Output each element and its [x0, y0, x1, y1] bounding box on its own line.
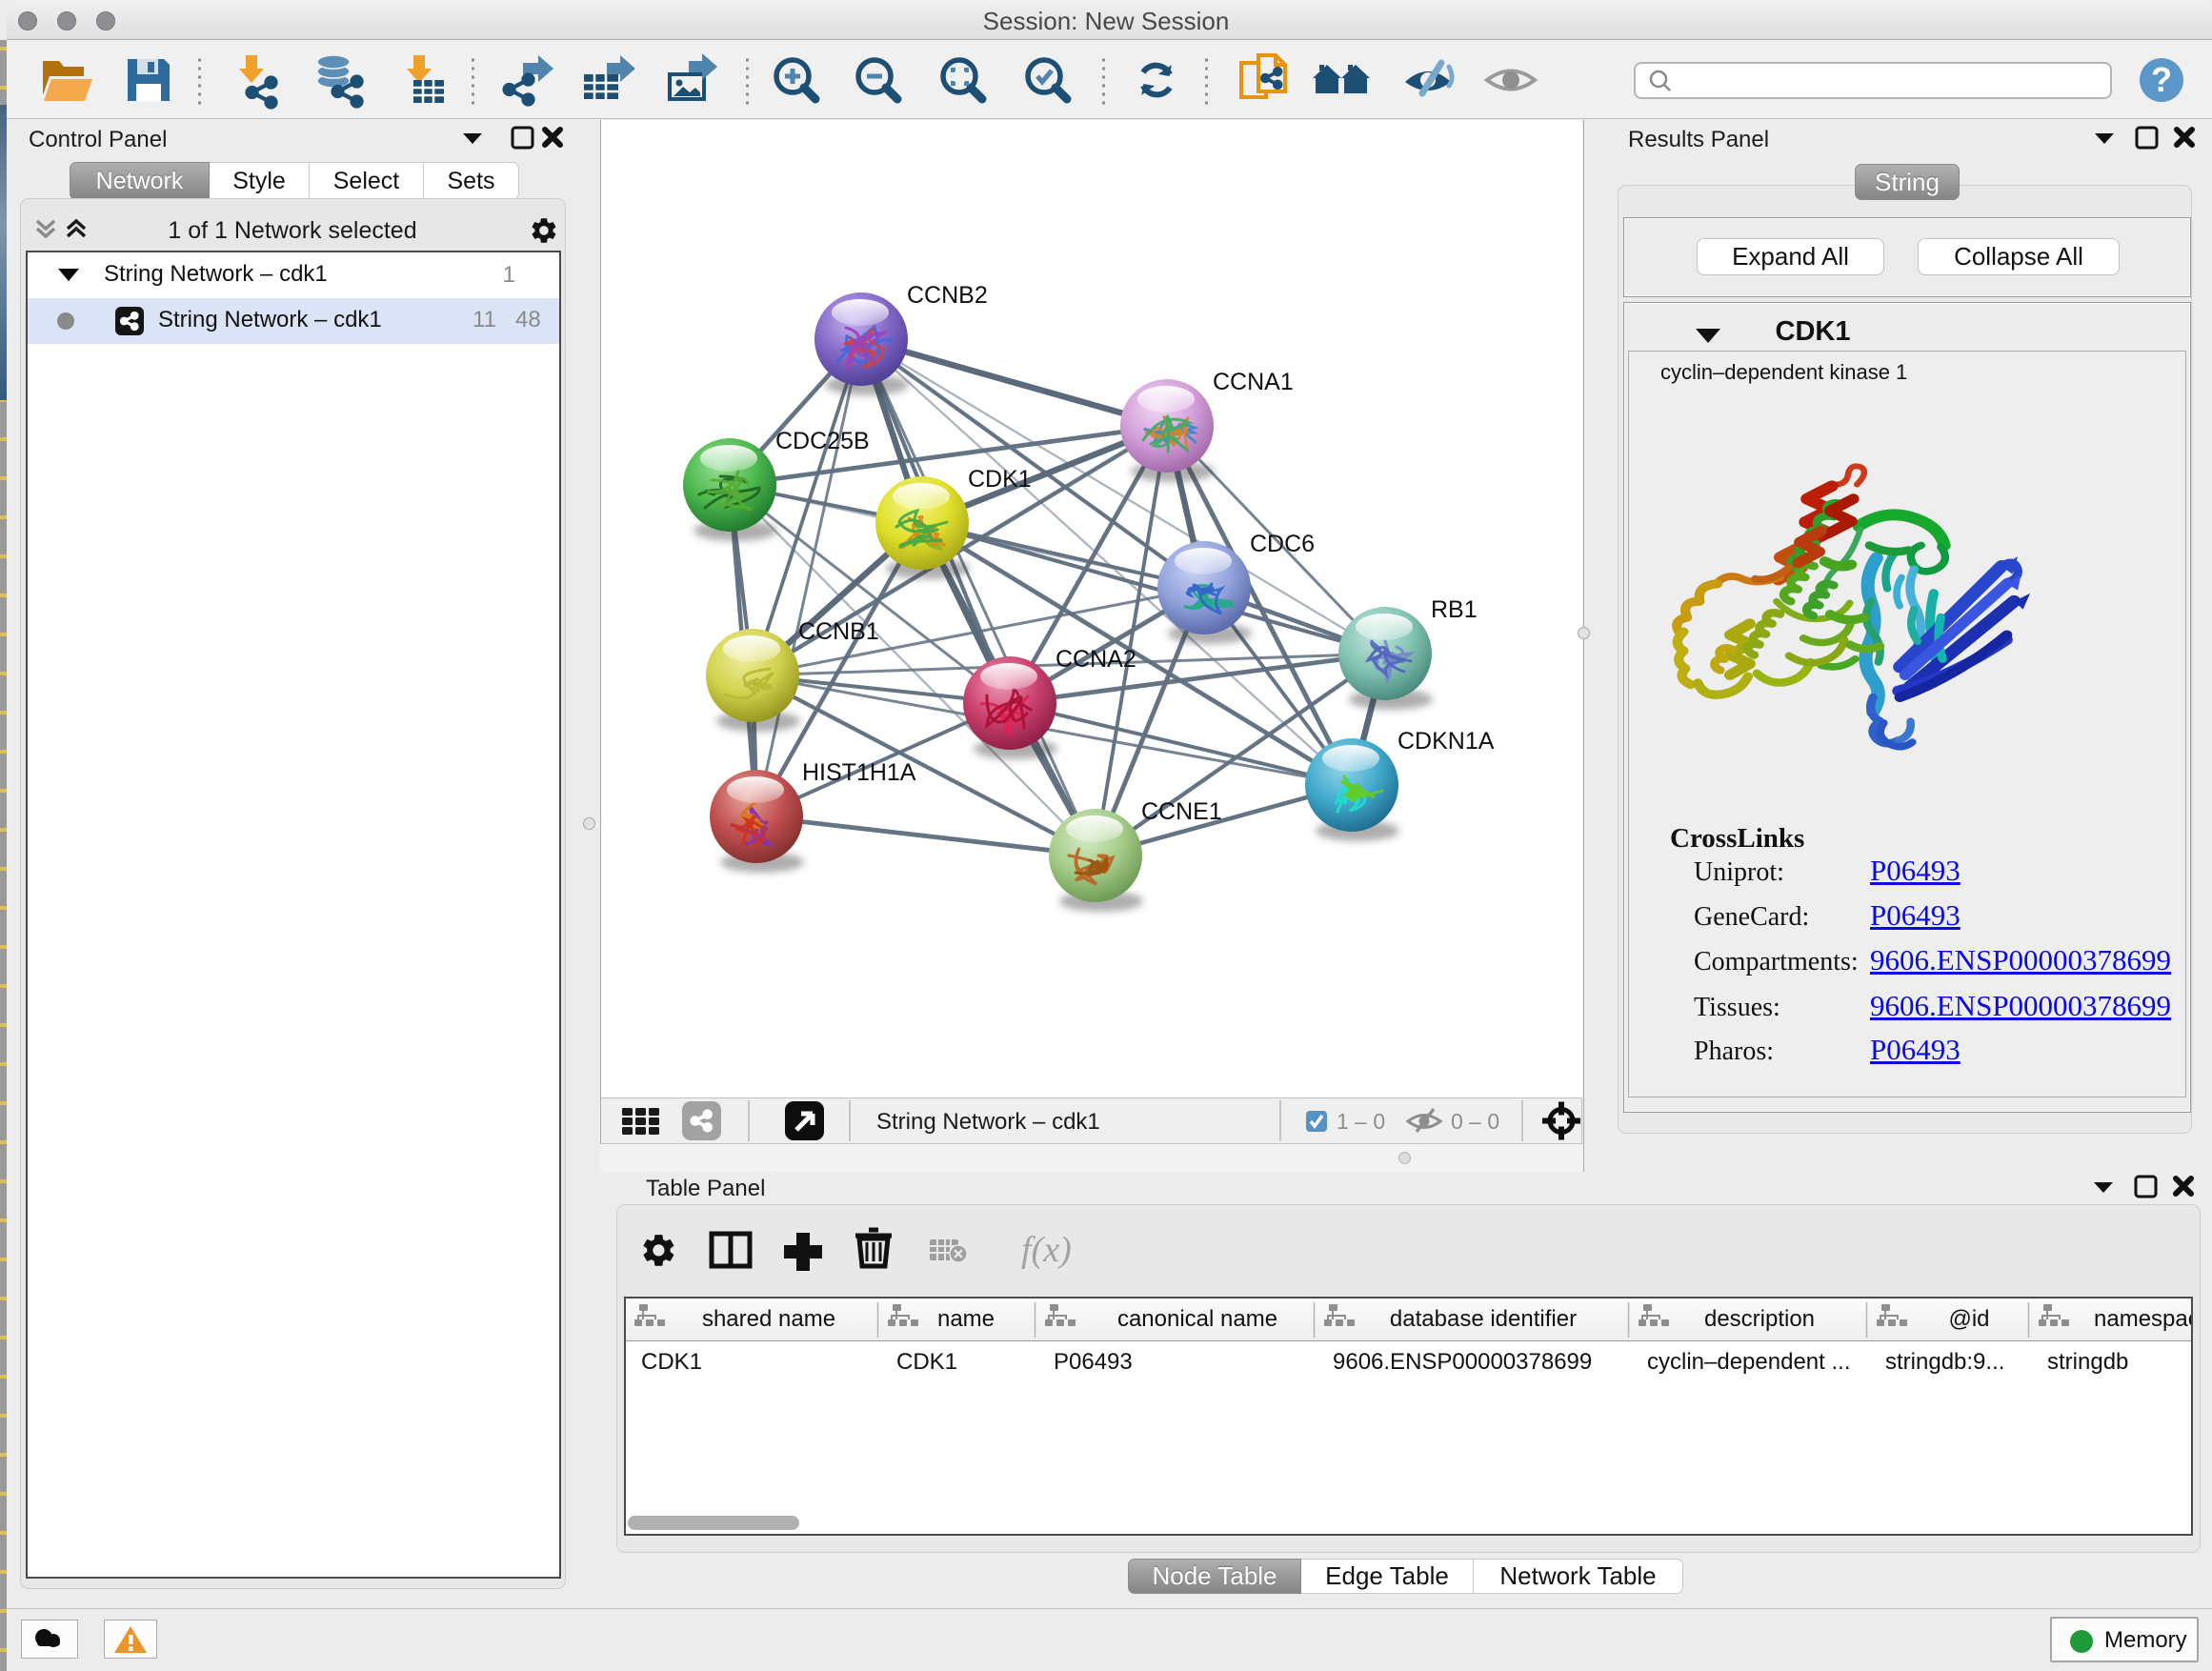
svg-text:?: ?: [2151, 60, 2172, 99]
svg-text:description: description: [1704, 1306, 1815, 1332]
svg-text:CDC6: CDC6: [1250, 531, 1315, 557]
svg-text:CCNB1: CCNB1: [798, 618, 879, 645]
svg-text:RB1: RB1: [1431, 596, 1478, 623]
svg-text:CDC25B: CDC25B: [775, 428, 870, 454]
svg-text:HIST1H1A: HIST1H1A: [802, 759, 916, 786]
svg-text:CCNA1: CCNA1: [1213, 369, 1294, 395]
svg-text:name: name: [937, 1306, 995, 1332]
svg-text:f(x): f(x): [1021, 1230, 1071, 1270]
svg-text:@id: @id: [1948, 1306, 1989, 1332]
svg-text:namespace: namespace: [2094, 1306, 2191, 1332]
svg-text:String Network – cdk1: String Network – cdk1: [876, 1109, 1100, 1135]
svg-text:0 – 0: 0 – 0: [1451, 1109, 1499, 1134]
svg-text:canonical name: canonical name: [1117, 1306, 1277, 1332]
svg-text:CCNE1: CCNE1: [1141, 798, 1222, 825]
svg-text:1 – 0: 1 – 0: [1337, 1109, 1385, 1134]
svg-text:database identifier: database identifier: [1390, 1306, 1577, 1332]
svg-text:CCNA2: CCNA2: [1056, 646, 1136, 673]
svg-text:CCNB2: CCNB2: [907, 282, 988, 309]
svg-text:shared name: shared name: [702, 1306, 835, 1332]
svg-text:CDK1: CDK1: [968, 466, 1032, 493]
svg-text:CDKN1A: CDKN1A: [1398, 728, 1495, 755]
